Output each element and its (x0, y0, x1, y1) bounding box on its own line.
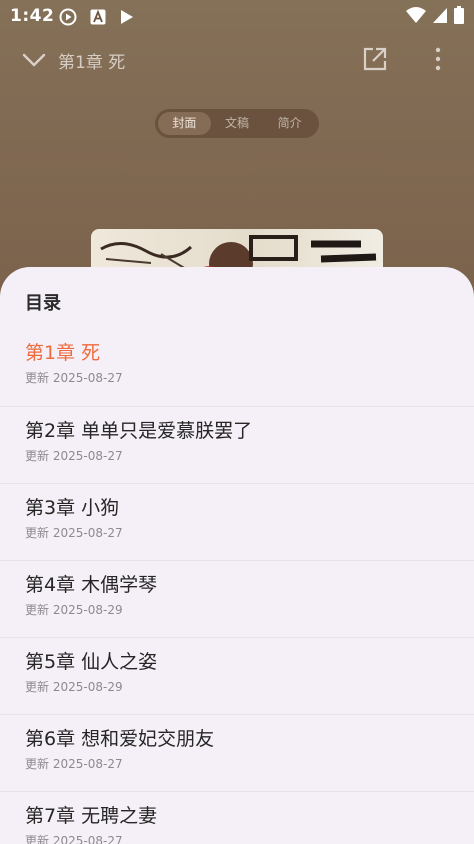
chapter-title: 第1章 死 (58, 53, 126, 73)
chapter-item-1[interactable]: 第1章 死 更新 2025-08-27 (0, 329, 474, 406)
chevron-down-icon[interactable] (22, 48, 46, 72)
chapter-item-title: 第2章 单单只是爱慕朕罢了 (25, 420, 253, 442)
chapter-item-updated: 更新 2025-08-27 (25, 526, 123, 540)
chapter-item-7[interactable]: 第7章 无聘之妻 更新 2025-08-27 (0, 791, 474, 844)
chapter-item-title: 第1章 死 (25, 342, 101, 364)
media-play-circle-icon (59, 8, 77, 26)
chapter-item-updated: 更新 2025-08-29 (25, 680, 123, 694)
battery-icon (454, 6, 464, 24)
app-notification-icon (90, 9, 106, 25)
tab-manuscript[interactable]: 文稿 (211, 112, 264, 135)
chapter-item-6[interactable]: 第6章 想和爱妃交朋友 更新 2025-08-27 (0, 714, 474, 791)
more-vert-icon[interactable] (428, 46, 448, 72)
toc-title: 目录 (25, 293, 61, 314)
toc-sheet: 目录 第1章 死 更新 2025-08-27 第2章 单单只是爱慕朕罢了 更新 … (0, 267, 474, 844)
chapter-item-3[interactable]: 第3章 小狗 更新 2025-08-27 (0, 483, 474, 560)
chapter-item-title: 第4章 木偶学琴 (25, 574, 158, 596)
view-tabs: 封面 文稿 简介 (155, 109, 319, 138)
chapter-item-title: 第5章 仙人之姿 (25, 651, 158, 673)
cellular-signal-icon (433, 8, 447, 23)
tab-intro[interactable]: 简介 (263, 112, 316, 135)
status-time: 1:42 (10, 6, 55, 26)
status-bar: 1:42 (0, 0, 474, 34)
chapter-item-title: 第6章 想和爱妃交朋友 (25, 728, 215, 750)
share-icon[interactable] (362, 46, 388, 72)
wifi-icon (406, 7, 426, 23)
chapter-item-updated: 更新 2025-08-27 (25, 371, 123, 385)
app-bar: 第1章 死 (0, 36, 474, 82)
chapter-item-updated: 更新 2025-08-27 (25, 449, 123, 463)
chapter-item-updated: 更新 2025-08-27 (25, 834, 123, 844)
chapter-item-2[interactable]: 第2章 单单只是爱慕朕罢了 更新 2025-08-27 (0, 406, 474, 483)
tab-cover[interactable]: 封面 (158, 112, 211, 135)
chapter-item-5[interactable]: 第5章 仙人之姿 更新 2025-08-29 (0, 637, 474, 714)
chapter-list: 第1章 死 更新 2025-08-27 第2章 单单只是爱慕朕罢了 更新 202… (0, 329, 474, 844)
chapter-item-title: 第3章 小狗 (25, 497, 120, 519)
chapter-item-updated: 更新 2025-08-27 (25, 757, 123, 771)
chapter-item-4[interactable]: 第4章 木偶学琴 更新 2025-08-29 (0, 560, 474, 637)
chapter-item-title: 第7章 无聘之妻 (25, 805, 158, 827)
play-icon (121, 10, 133, 24)
chapter-item-updated: 更新 2025-08-29 (25, 603, 123, 617)
